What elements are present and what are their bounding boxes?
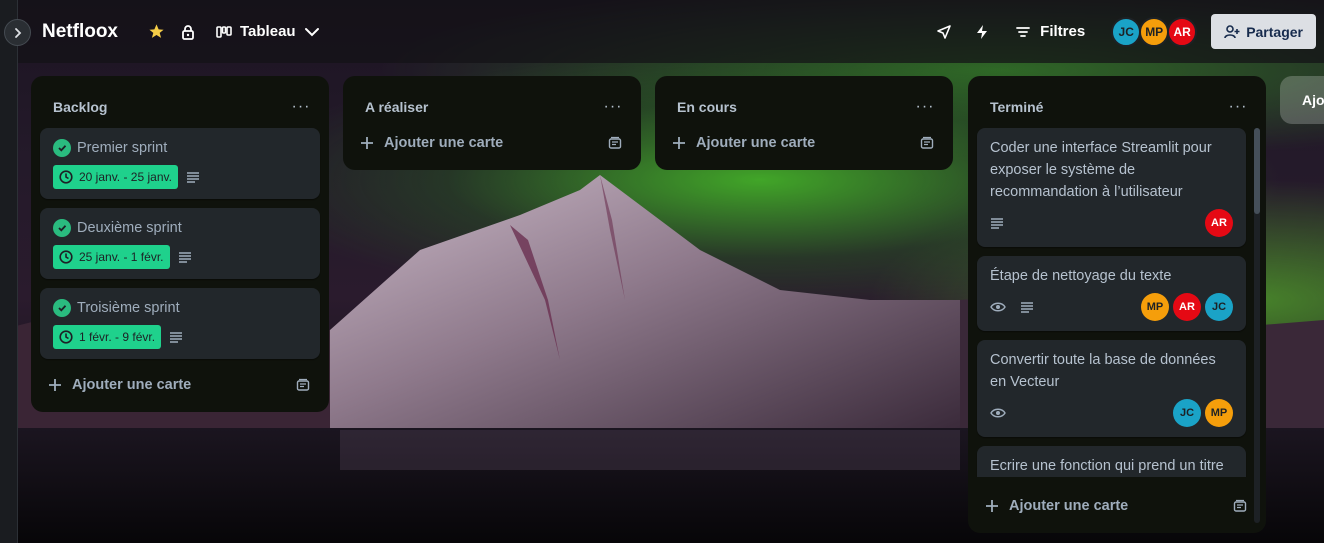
- plus-icon: [361, 137, 373, 149]
- expand-sidebar-button[interactable]: [4, 19, 31, 46]
- avatar[interactable]: AR: [1173, 293, 1201, 321]
- chevron-right-icon: [14, 27, 21, 38]
- list-title[interactable]: Terminé: [990, 99, 1043, 115]
- list-title[interactable]: En cours: [677, 99, 737, 115]
- rocket-icon: [937, 24, 951, 39]
- description-icon: [990, 217, 1004, 229]
- list-a-realiser: A réaliser ··· Ajouter une carte: [343, 76, 641, 170]
- view-label: Tableau: [240, 23, 296, 40]
- card-title: Deuxième sprint: [77, 220, 182, 236]
- avatar[interactable]: JC: [1205, 293, 1233, 321]
- lock-icon: [182, 24, 194, 40]
- description-icon: [186, 171, 200, 183]
- card-title: Premier sprint: [77, 140, 168, 156]
- list-termine: Terminé ··· Coder une interface Streamli…: [968, 76, 1266, 533]
- eye-icon: [990, 407, 1006, 419]
- add-card-button[interactable]: Ajouter une carte: [352, 126, 632, 160]
- board-header: Netfloox Tableau Filtres JC MP AR Partag…: [18, 0, 1324, 63]
- card[interactable]: Étape de nettoyage du texte MP AR JC: [977, 256, 1246, 331]
- avatar[interactable]: AR: [1205, 209, 1233, 237]
- add-card-button[interactable]: Ajouter une carte: [40, 368, 320, 402]
- description-icon: [169, 331, 183, 343]
- list-scrollbar[interactable]: [1254, 128, 1260, 523]
- visibility-button[interactable]: [172, 16, 204, 48]
- add-card-button[interactable]: Ajouter une carte: [977, 489, 1257, 523]
- automation-button[interactable]: [966, 16, 998, 48]
- workspace-sidebar-rail: [0, 0, 18, 543]
- plus-icon: [49, 379, 61, 391]
- clock-icon: [59, 170, 73, 184]
- clock-icon: [59, 330, 73, 344]
- card-title: Ecrire une fonction qui prend un titre e…: [990, 458, 1224, 474]
- due-date-badge[interactable]: 25 janv. - 1 févr.: [53, 245, 170, 269]
- board-title[interactable]: Netfloox: [42, 21, 118, 43]
- add-user-icon: [1224, 24, 1240, 38]
- filter-icon: [1016, 26, 1031, 37]
- due-date-badge[interactable]: 1 févr. - 9 févr.: [53, 325, 162, 349]
- plus-icon: [673, 137, 685, 149]
- share-label: Partager: [1246, 23, 1303, 40]
- add-list-label: Ajouter une autre liste: [1302, 92, 1324, 108]
- check-complete-icon[interactable]: [53, 299, 71, 317]
- card-template-icon[interactable]: [296, 378, 310, 392]
- avatar[interactable]: MP: [1141, 293, 1169, 321]
- add-card-button[interactable]: Ajouter une carte: [664, 126, 944, 160]
- list-title[interactable]: Backlog: [53, 99, 107, 115]
- add-list-button[interactable]: Ajouter une autre liste: [1280, 76, 1324, 124]
- card-title: Étape de nettoyage du texte: [990, 268, 1172, 284]
- card[interactable]: Ecrire une fonction qui prend un titre e…: [977, 446, 1246, 477]
- list-actions-icon[interactable]: ···: [911, 98, 939, 116]
- card[interactable]: Deuxième sprint 25 janv. - 1 févr.: [40, 208, 320, 279]
- chevron-down-icon: [304, 27, 319, 36]
- view-switcher-button[interactable]: Tableau: [216, 23, 320, 40]
- eye-icon: [990, 301, 1006, 313]
- star-icon: [148, 24, 164, 38]
- avatar[interactable]: JC: [1111, 16, 1142, 47]
- due-date-badge[interactable]: 20 janv. - 25 janv.: [53, 165, 178, 189]
- card-title: Coder une interface Streamlit pour expos…: [990, 140, 1212, 200]
- filters-label: Filtres: [1040, 23, 1086, 40]
- lightning-icon: [977, 24, 988, 39]
- list-actions-icon[interactable]: ···: [287, 98, 315, 116]
- clock-icon: [59, 250, 73, 264]
- card[interactable]: Coder une interface Streamlit pour expos…: [977, 128, 1246, 247]
- card-title: Convertir toute la base de données en Ve…: [990, 352, 1216, 390]
- avatar[interactable]: MP: [1205, 399, 1233, 427]
- board-view-icon: [216, 25, 232, 38]
- description-icon: [1020, 301, 1034, 313]
- avatar[interactable]: MP: [1139, 16, 1170, 47]
- card-title: Troisième sprint: [77, 300, 180, 316]
- card-template-icon[interactable]: [1233, 499, 1247, 513]
- check-complete-icon[interactable]: [53, 219, 71, 237]
- power-ups-button[interactable]: [928, 16, 960, 48]
- list-actions-icon[interactable]: ···: [599, 98, 627, 116]
- card[interactable]: Premier sprint 20 janv. - 25 janv.: [40, 128, 320, 199]
- card[interactable]: Troisième sprint 1 févr. - 9 févr.: [40, 288, 320, 359]
- plus-icon: [986, 500, 998, 512]
- list-title[interactable]: A réaliser: [365, 99, 428, 115]
- check-complete-icon[interactable]: [53, 139, 71, 157]
- list-backlog: Backlog ··· Premier sprint 20 janv. - 25…: [31, 76, 329, 412]
- list-actions-icon[interactable]: ···: [1224, 98, 1252, 116]
- filters-button[interactable]: Filtres: [1004, 23, 1097, 40]
- board-members: JC MP AR: [1111, 16, 1198, 47]
- card-template-icon[interactable]: [920, 136, 934, 150]
- star-board-button[interactable]: [140, 16, 172, 48]
- avatar[interactable]: JC: [1173, 399, 1201, 427]
- avatar[interactable]: AR: [1167, 16, 1198, 47]
- card-template-icon[interactable]: [608, 136, 622, 150]
- list-en-cours: En cours ··· Ajouter une carte: [655, 76, 953, 170]
- card[interactable]: Convertir toute la base de données en Ve…: [977, 340, 1246, 437]
- description-icon: [178, 251, 192, 263]
- share-button[interactable]: Partager: [1211, 14, 1316, 49]
